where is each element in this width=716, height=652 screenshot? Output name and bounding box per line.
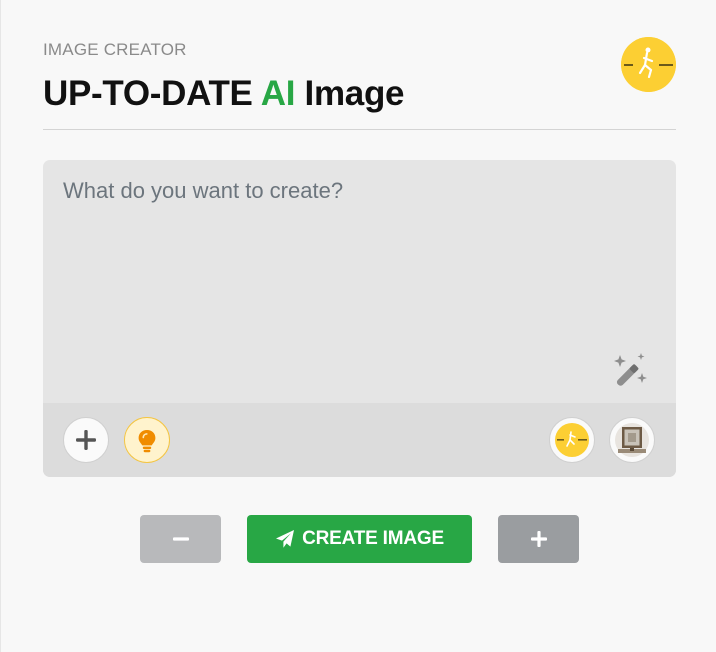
title-text-start: UP-TO-DATE [43, 74, 261, 113]
prompt-composer [43, 160, 676, 477]
add-button[interactable] [63, 417, 109, 463]
style-thumbnail [555, 423, 589, 457]
create-image-label: CREATE IMAGE [302, 528, 444, 549]
lightbulb-icon [138, 430, 156, 453]
plus-icon [530, 531, 547, 547]
idea-button[interactable] [124, 417, 170, 463]
magic-wand-icon[interactable] [611, 352, 649, 390]
title-text-end: Image [295, 74, 405, 113]
paper-plane-icon [276, 530, 295, 548]
increase-button[interactable] [498, 515, 579, 563]
frame-thumbnail [615, 423, 649, 457]
prompt-input[interactable] [43, 160, 676, 403]
frame-thumbnail-button[interactable] [609, 417, 655, 463]
prompt-toolbar [43, 403, 676, 477]
brand-logo [621, 37, 676, 92]
page-title: UP-TO-DATE AI Image [43, 74, 405, 114]
create-image-button[interactable]: CREATE IMAGE [247, 515, 472, 563]
title-accent: AI [260, 74, 296, 113]
image-creator-card: IMAGE CREATOR UP-TO-DATE AI Image What d… [0, 0, 716, 652]
plus-icon [76, 430, 96, 450]
header-divider [43, 129, 676, 130]
style-thumbnail-button[interactable] [549, 417, 595, 463]
minus-icon [172, 537, 189, 541]
decrease-button[interactable] [140, 515, 221, 563]
section-overline: IMAGE CREATOR [43, 40, 187, 59]
